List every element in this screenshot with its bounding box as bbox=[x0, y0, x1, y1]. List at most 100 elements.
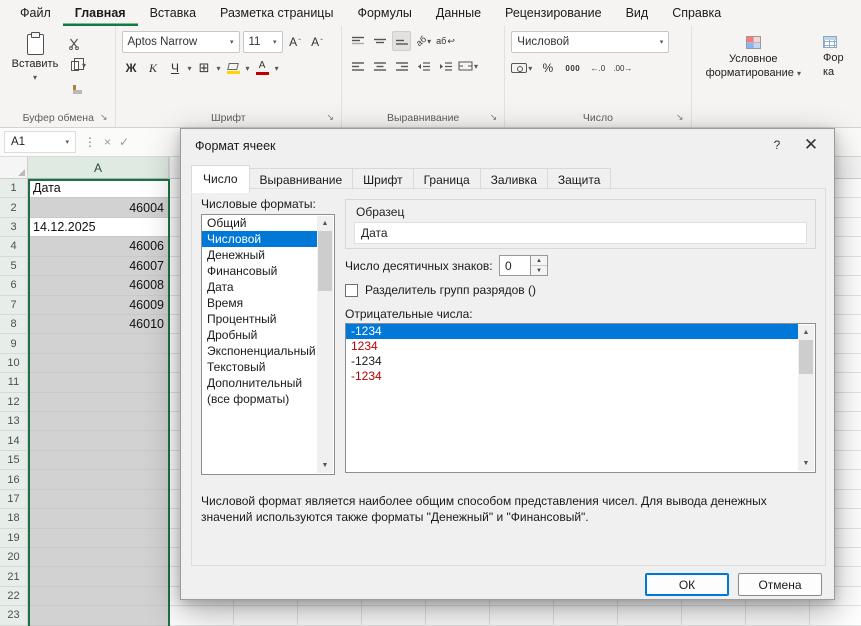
ribbon-tab[interactable]: Формулы bbox=[345, 0, 423, 26]
row-header[interactable]: 19 bbox=[0, 529, 28, 548]
row-header[interactable]: 17 bbox=[0, 490, 28, 509]
scrollbar-thumb[interactable] bbox=[318, 231, 332, 291]
row-header[interactable]: 22 bbox=[0, 587, 28, 606]
cell-column-a[interactable] bbox=[28, 548, 169, 567]
cell-column-a[interactable]: 46008 bbox=[28, 276, 169, 295]
row-header[interactable]: 3 bbox=[0, 218, 28, 237]
enter-entry-icon[interactable]: ✓ bbox=[119, 135, 129, 149]
category-item[interactable]: Дополнительный bbox=[202, 375, 317, 391]
row-header[interactable]: 23 bbox=[0, 606, 28, 625]
cancel-entry-icon[interactable]: × bbox=[104, 135, 111, 149]
cell-column-a[interactable] bbox=[28, 509, 169, 528]
cell-column-a[interactable] bbox=[28, 470, 169, 489]
decimals-input[interactable]: 0 bbox=[499, 255, 531, 276]
row-header[interactable]: 18 bbox=[0, 509, 28, 528]
dialog-tab[interactable]: Число bbox=[191, 165, 250, 193]
align-right-button[interactable] bbox=[392, 56, 411, 76]
clipboard-dialog-launcher-icon[interactable]: ↘ bbox=[100, 112, 108, 123]
percent-style-button[interactable]: % bbox=[538, 58, 557, 78]
row-header[interactable]: 12 bbox=[0, 393, 28, 412]
chevron-down-icon[interactable]: ▾ bbox=[188, 64, 192, 73]
close-icon[interactable]: ✕ bbox=[794, 131, 828, 159]
cell-column-a[interactable]: Дата bbox=[28, 179, 169, 198]
borders-button[interactable]: ⊞ bbox=[195, 58, 214, 78]
decrease-font-size-button[interactable]: Аˇ bbox=[308, 32, 327, 52]
category-item[interactable]: Дробный bbox=[202, 327, 317, 343]
ribbon-tab[interactable]: Вставка bbox=[138, 0, 208, 26]
ribbon-tab[interactable]: Главная bbox=[63, 0, 138, 26]
cell-column-a[interactable]: 46004 bbox=[28, 198, 169, 217]
category-item[interactable]: Время bbox=[202, 295, 317, 311]
font-color-button[interactable]: А bbox=[253, 58, 272, 78]
increase-font-size-button[interactable]: Аˆ bbox=[286, 32, 305, 52]
negative-format-item[interactable]: 1234 bbox=[346, 339, 798, 354]
row-header[interactable]: 8 bbox=[0, 315, 28, 334]
row-header[interactable]: 15 bbox=[0, 451, 28, 470]
cell-column-a[interactable]: 46010 bbox=[28, 315, 169, 334]
ribbon-tab[interactable]: Файл bbox=[8, 0, 63, 26]
wrap-text-button[interactable]: аб↩ bbox=[436, 31, 455, 51]
decimals-spinner[interactable]: ▲▼ bbox=[531, 255, 548, 276]
negative-numbers-list[interactable]: ▲ ▼ -1234 1234 -1234 -1234 bbox=[345, 323, 816, 473]
cell-column-a[interactable] bbox=[28, 412, 169, 431]
cell-column-a[interactable] bbox=[28, 587, 169, 606]
ribbon-tab[interactable]: Рецензирование bbox=[493, 0, 614, 26]
conditional-formatting-button[interactable]: Условное форматирование ▾ bbox=[698, 31, 809, 109]
scroll-down-icon[interactable]: ▼ bbox=[317, 458, 333, 473]
ribbon-tab[interactable]: Разметка страницы bbox=[208, 0, 345, 26]
row-header[interactable]: 14 bbox=[0, 431, 28, 450]
align-middle-button[interactable] bbox=[370, 31, 389, 51]
category-item[interactable]: Текстовый bbox=[202, 359, 317, 375]
font-name-combo[interactable]: Aptos Narrow▾ bbox=[122, 31, 240, 53]
cell-column-a[interactable] bbox=[28, 373, 169, 392]
row-header[interactable]: 13 bbox=[0, 412, 28, 431]
align-bottom-button[interactable] bbox=[392, 31, 411, 51]
align-top-button[interactable] bbox=[348, 31, 367, 51]
select-all-corner[interactable] bbox=[0, 157, 28, 179]
cell-column-a[interactable] bbox=[28, 451, 169, 470]
category-item[interactable]: Дата bbox=[202, 279, 317, 295]
number-format-category-list[interactable]: ▲ ▼ Общий Числовой Денежный Финансовый Д… bbox=[201, 214, 335, 475]
cell-column-a[interactable] bbox=[28, 334, 169, 353]
row-header[interactable]: 7 bbox=[0, 296, 28, 315]
kebab-dots-icon[interactable]: ⋮ bbox=[84, 135, 96, 149]
thousands-separator-checkbox[interactable] bbox=[345, 284, 358, 297]
category-item[interactable]: Денежный bbox=[202, 247, 317, 263]
row-header[interactable]: 9 bbox=[0, 334, 28, 353]
negative-format-item[interactable]: -1234 bbox=[346, 324, 798, 339]
font-size-combo[interactable]: 11▾ bbox=[243, 31, 283, 53]
ribbon-tab[interactable]: Справка bbox=[660, 0, 733, 26]
accounting-format-button[interactable]: ▾ bbox=[511, 58, 532, 78]
underline-button[interactable]: Ч bbox=[166, 58, 185, 78]
scroll-up-icon[interactable]: ▲ bbox=[798, 325, 814, 340]
paste-button[interactable]: Вставить ▾ bbox=[8, 31, 62, 109]
increase-decimal-button[interactable]: ←.0 bbox=[588, 58, 607, 78]
name-box[interactable]: A1▾ bbox=[4, 131, 76, 153]
merge-center-button[interactable]: ▾ bbox=[458, 56, 478, 76]
ribbon-tab[interactable]: Данные bbox=[424, 0, 493, 26]
ok-button[interactable]: ОК bbox=[645, 573, 729, 596]
decrease-decimal-button[interactable]: .00→ bbox=[613, 58, 632, 78]
cell-column-a[interactable] bbox=[28, 567, 169, 586]
help-icon[interactable]: ? bbox=[760, 131, 794, 159]
align-left-button[interactable] bbox=[348, 56, 367, 76]
cancel-button[interactable]: Отмена bbox=[738, 573, 822, 596]
row-header[interactable]: 5 bbox=[0, 257, 28, 276]
format-as-table-button[interactable]: Фор ка bbox=[815, 31, 853, 109]
orientation-button[interactable]: аб▾ bbox=[414, 31, 433, 51]
scrollbar-thumb[interactable] bbox=[799, 340, 813, 374]
scroll-up-icon[interactable]: ▲ bbox=[317, 216, 333, 231]
category-item[interactable]: (все форматы) bbox=[202, 391, 317, 407]
row-header[interactable]: 11 bbox=[0, 373, 28, 392]
cell-column-a[interactable] bbox=[28, 490, 169, 509]
category-item[interactable]: Процентный bbox=[202, 311, 317, 327]
increase-indent-button[interactable] bbox=[436, 56, 455, 76]
row-header[interactable]: 1 bbox=[0, 179, 28, 198]
column-header-a[interactable]: A bbox=[28, 157, 169, 179]
cell-column-a[interactable]: 46009 bbox=[28, 296, 169, 315]
alignment-dialog-launcher-icon[interactable]: ↘ bbox=[490, 112, 498, 123]
decrease-indent-button[interactable] bbox=[414, 56, 433, 76]
cell-column-a[interactable]: 46006 bbox=[28, 237, 169, 256]
cell-column-a[interactable] bbox=[28, 431, 169, 450]
bold-button[interactable]: Ж bbox=[122, 58, 141, 78]
